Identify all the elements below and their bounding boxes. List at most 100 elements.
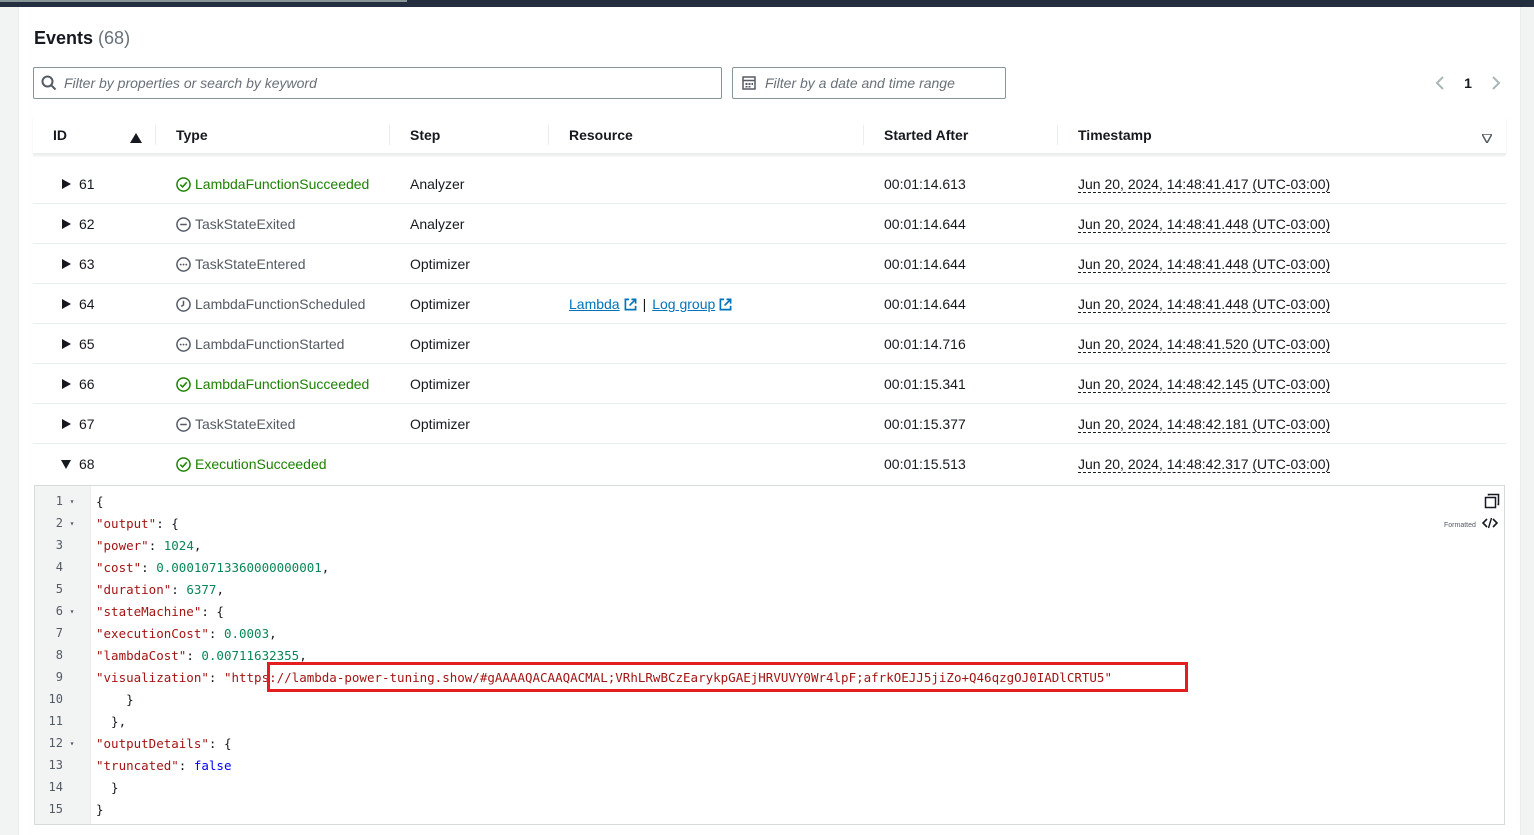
column-header-id[interactable]: ID	[33, 116, 156, 154]
lambda-link[interactable]: Lambda	[569, 296, 637, 312]
timestamp-cell[interactable]: Jun 20, 2024, 14:48:41.520 (UTC-03:00)	[1078, 324, 1331, 364]
event-type: LambdaFunctionSucceeded	[195, 376, 370, 392]
line-number: 5	[55, 582, 63, 596]
exited-minus-icon	[175, 216, 191, 232]
code-brackets-icon[interactable]	[1481, 516, 1499, 534]
code-line: "truncated": false	[96, 757, 232, 773]
timestamp-cell[interactable]: Jun 20, 2024, 14:48:41.448 (UTC-03:00)	[1078, 284, 1331, 324]
copy-icon[interactable]	[1484, 493, 1500, 509]
table-row[interactable]: 61 LambdaFunctionSucceeded Analyzer 00:0…	[33, 164, 1506, 204]
expand-caret-right-icon[interactable]	[59, 417, 73, 431]
line-number: 2 ▾	[35, 512, 91, 534]
line-number: 12 ▾	[35, 732, 91, 754]
fold-toggle-icon[interactable]: ▾	[63, 497, 81, 506]
started-after-cell: 00:01:14.644	[884, 216, 966, 232]
line-number: 4	[55, 560, 63, 574]
events-count: (68)	[98, 28, 131, 48]
timestamp-cell[interactable]: Jun 20, 2024, 14:48:41.448 (UTC-03:00)	[1078, 204, 1331, 244]
timestamp-text[interactable]: Jun 20, 2024, 14:48:42.145 (UTC-03:00)	[1078, 376, 1331, 393]
started-after-cell: 00:01:14.716	[884, 336, 966, 352]
visualization-url[interactable]: "https://lambda-power-tuning.show/#gAAAA…	[224, 670, 1112, 685]
pagination: 1	[1428, 70, 1508, 96]
table-row[interactable]: 67 TaskStateExited Optimizer 00:01:15.37…	[33, 404, 1506, 444]
search-box[interactable]	[33, 67, 722, 99]
external-link-icon	[624, 298, 637, 311]
column-header-step[interactable]: Step	[390, 116, 549, 154]
column-options-icon[interactable]	[1480, 130, 1494, 146]
step-cell: Optimizer	[410, 256, 470, 272]
line-number: 10	[48, 692, 63, 706]
expand-caret-right-icon[interactable]	[59, 217, 73, 231]
chevron-left-icon	[1435, 76, 1444, 90]
table-row-expanded[interactable]: 68 ExecutionSucceeded 00:01:15.513 Jun 2…	[33, 444, 1506, 484]
line-number: 1 ▾	[35, 490, 91, 512]
started-ellipsis-icon	[175, 336, 191, 352]
sort-ascending-icon[interactable]	[130, 130, 142, 146]
type-cell: LambdaFunctionSucceeded	[175, 164, 369, 204]
date-range-input[interactable]	[765, 69, 1005, 97]
table-row[interactable]: 64 LambdaFunctionScheduled Optimizer Lam…	[33, 284, 1506, 324]
timestamp-cell[interactable]: Jun 20, 2024, 14:48:42.181 (UTC-03:00)	[1078, 404, 1331, 444]
timestamp-cell[interactable]: Jun 20, 2024, 14:48:41.417 (UTC-03:00)	[1078, 164, 1331, 204]
column-header-type[interactable]: Type	[156, 116, 390, 154]
format-toggle[interactable]: Formatted	[1444, 516, 1499, 534]
type-cell: TaskStateExited	[175, 204, 295, 244]
timestamp-cell[interactable]: Jun 20, 2024, 14:48:41.448 (UTC-03:00)	[1078, 244, 1331, 284]
event-type: LambdaFunctionScheduled	[195, 296, 366, 312]
type-cell: TaskStateEntered	[175, 244, 306, 284]
expand-caret-right-icon[interactable]	[59, 377, 73, 391]
entered-ellipsis-icon	[175, 256, 191, 272]
json-code-viewer[interactable]: 1 ▾ 2 ▾ 3 4 5 6 ▾ 7 8 9 10 11 12 ▾ 13 14 15 …	[34, 485, 1505, 825]
table-row[interactable]: 65 LambdaFunctionStarted Optimizer 00:01…	[33, 324, 1506, 364]
started-after-cell: 00:01:14.644	[884, 296, 966, 312]
code-line: {	[96, 493, 104, 509]
event-id: 65	[79, 336, 95, 352]
code-line: "power": 1024,	[96, 537, 202, 553]
timestamp-text[interactable]: Jun 20, 2024, 14:48:41.448 (UTC-03:00)	[1078, 216, 1331, 233]
log-group-link[interactable]: Log group	[652, 296, 732, 312]
timestamp-text[interactable]: Jun 20, 2024, 14:48:41.448 (UTC-03:00)	[1078, 296, 1331, 313]
code-line: },	[96, 713, 127, 729]
table-row[interactable]: 62 TaskStateExited Analyzer 00:01:14.644…	[33, 204, 1506, 244]
started-after-cell: 00:01:15.377	[884, 416, 966, 432]
calendar-icon	[733, 68, 765, 98]
fold-toggle-icon[interactable]: ▾	[63, 607, 81, 616]
timestamp-text[interactable]: Jun 20, 2024, 14:48:41.417 (UTC-03:00)	[1078, 176, 1331, 193]
previous-page-button[interactable]	[1428, 70, 1452, 96]
date-range-filter[interactable]	[732, 67, 1006, 99]
code-line: "executionCost": 0.0003,	[96, 625, 277, 641]
timestamp-text[interactable]: Jun 20, 2024, 14:48:42.317 (UTC-03:00)	[1078, 456, 1331, 473]
expand-caret-right-icon[interactable]	[59, 297, 73, 311]
next-page-button[interactable]	[1484, 70, 1508, 96]
column-header-resource[interactable]: Resource	[549, 116, 864, 154]
timestamp-text[interactable]: Jun 20, 2024, 14:48:42.181 (UTC-03:00)	[1078, 416, 1331, 433]
column-header-timestamp[interactable]: Timestamp	[1058, 116, 1506, 154]
log-group-link-label: Log group	[652, 296, 716, 312]
table-row[interactable]: 66 LambdaFunctionSucceeded Optimizer 00:…	[33, 364, 1506, 404]
code-line: }	[96, 691, 134, 707]
step-cell: Optimizer	[410, 376, 470, 392]
timestamp-text[interactable]: Jun 20, 2024, 14:48:41.520 (UTC-03:00)	[1078, 336, 1331, 353]
line-number: 14	[48, 780, 63, 794]
expand-caret-right-icon[interactable]	[59, 337, 73, 351]
event-id: 67	[79, 416, 95, 432]
event-type: TaskStateExited	[195, 416, 296, 432]
table-row[interactable]: 63 TaskStateEntered Optimizer 00:01:14.6…	[33, 244, 1506, 284]
table-header: ID Type Step Resource Started After Time…	[33, 116, 1506, 154]
fold-toggle-icon[interactable]: ▾	[63, 739, 81, 748]
timestamp-cell[interactable]: Jun 20, 2024, 14:48:42.317 (UTC-03:00)	[1078, 444, 1331, 484]
expand-caret-right-icon[interactable]	[59, 177, 73, 191]
column-header-started-after[interactable]: Started After	[864, 116, 1058, 154]
expand-caret-down-icon[interactable]	[59, 457, 73, 471]
success-check-icon	[175, 456, 191, 472]
type-cell: LambdaFunctionSucceeded	[175, 364, 369, 404]
current-page[interactable]: 1	[1452, 75, 1484, 91]
search-input[interactable]	[64, 69, 721, 97]
timestamp-text[interactable]: Jun 20, 2024, 14:48:41.448 (UTC-03:00)	[1078, 256, 1331, 273]
timestamp-cell[interactable]: Jun 20, 2024, 14:48:42.145 (UTC-03:00)	[1078, 364, 1331, 404]
code-line: "output": {	[96, 515, 179, 531]
fold-toggle-icon[interactable]: ▾	[63, 519, 81, 528]
event-id: 61	[79, 176, 95, 192]
success-check-icon	[175, 376, 191, 392]
expand-caret-right-icon[interactable]	[59, 257, 73, 271]
